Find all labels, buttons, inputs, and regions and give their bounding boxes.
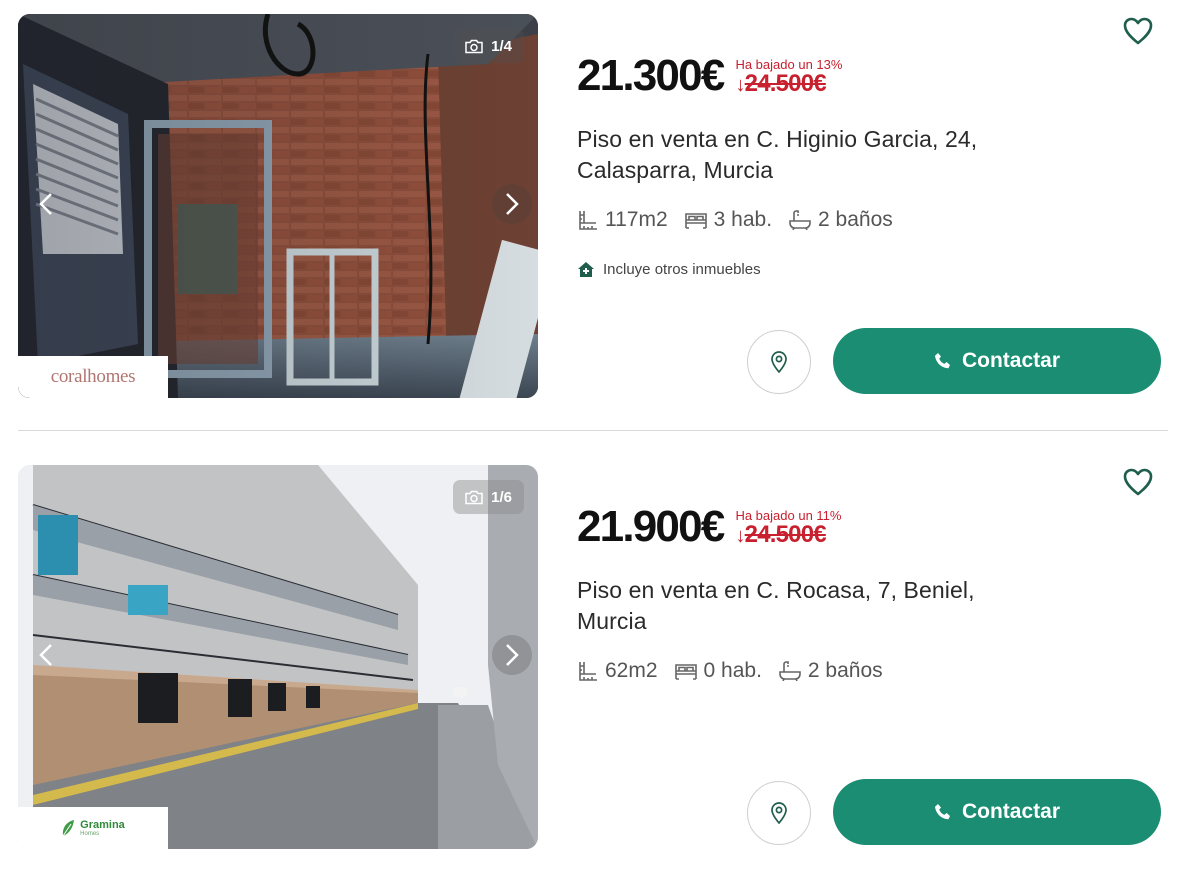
photo-counter: 1/6: [453, 480, 524, 514]
bed-icon: [674, 664, 697, 680]
agency-logo-subtext: Homes: [80, 830, 100, 837]
chevron-right-icon: [506, 193, 519, 215]
heart-icon: [1123, 468, 1153, 496]
old-price: ↓24.500€: [735, 523, 841, 547]
photo-counter-text: 1/4: [491, 37, 512, 55]
listing-features: 117m2 3 hab. 2 baños: [577, 208, 893, 232]
photo-counter: 1/4: [453, 29, 524, 63]
contact-button[interactable]: Contactar: [833, 779, 1161, 845]
feature-rooms-value: 3 hab.: [713, 208, 773, 231]
phone-icon: [934, 353, 950, 369]
includes-other-properties: Incluye otros inmuebles: [577, 261, 761, 278]
next-photo-button[interactable]: [492, 184, 532, 224]
old-price-value: 24.500€: [744, 70, 827, 98]
feature-bathrooms: 2 baños: [788, 208, 893, 232]
price-drop: Ha bajado un 11% ↓24.500€: [735, 508, 841, 547]
map-pin-icon: [771, 351, 787, 373]
old-price: ↓24.500€: [735, 72, 842, 96]
contact-button-label: Contactar: [961, 349, 1061, 372]
feature-size-value: 62m2: [605, 659, 658, 682]
price-row: 21.900€ Ha bajado un 11% ↓24.500€: [577, 505, 841, 549]
arrow-down-icon: ↓: [735, 74, 745, 97]
agency-logo[interactable]: Gramina Homes: [18, 807, 168, 849]
map-button[interactable]: [747, 781, 811, 845]
feature-bathrooms-value: 2 baños: [807, 659, 883, 682]
contact-button-label: Contactar: [961, 800, 1061, 823]
price: 21.300€: [577, 51, 725, 100]
camera-icon: [465, 490, 483, 505]
camera-icon: [465, 39, 483, 54]
listing-title[interactable]: Piso en venta en C. Higinio Garcia, 24, …: [577, 124, 1037, 186]
agency-logo-text: Gramina: [80, 818, 125, 831]
photo-gallery[interactable]: 1/4 coralhomes: [18, 14, 538, 398]
listing-photo[interactable]: [18, 465, 538, 849]
feature-size: 62m2: [577, 659, 658, 683]
arrow-down-icon: ↓: [735, 525, 745, 548]
feature-rooms: 0 hab.: [674, 659, 762, 683]
phone-icon: [934, 804, 950, 820]
chevron-left-icon: [39, 193, 52, 215]
agency-logo-text: coralhomes: [50, 366, 136, 387]
listing-info: 21.300€ Ha bajado un 13% ↓24.500€ Piso e…: [577, 0, 1187, 420]
chevron-left-icon: [39, 644, 52, 666]
photo-gallery[interactable]: 1/6 Gramina Homes: [18, 465, 538, 849]
contact-button[interactable]: Contactar: [833, 328, 1161, 394]
price-row: 21.300€ Ha bajado un 13% ↓24.500€: [577, 54, 842, 98]
feature-rooms-value: 0 hab.: [703, 659, 762, 682]
heart-icon: [1123, 17, 1153, 45]
listing-card[interactable]: 1/4 coralhomes 21.300€ Ha bajado un 13% …: [0, 0, 1200, 420]
bed-icon: [684, 213, 707, 229]
agency-logo[interactable]: coralhomes: [18, 356, 168, 398]
listing-features: 62m2 0 hab. 2 baños: [577, 659, 883, 683]
photo-counter-text: 1/6: [491, 488, 512, 506]
price: 21.900€: [577, 502, 725, 551]
listing-title[interactable]: Piso en venta en C. Rocasa, 7, Beniel, M…: [577, 575, 1037, 637]
price-drop: Ha bajado un 13% ↓24.500€: [735, 57, 842, 96]
previous-photo-button[interactable]: [26, 184, 66, 224]
feature-bathrooms: 2 baños: [778, 659, 883, 683]
floorplan-icon: [579, 662, 597, 681]
listing-card[interactable]: 1/6 Gramina Homes 21.900€ Ha bajado un 1…: [0, 451, 1200, 871]
bathtub-icon: [789, 210, 811, 230]
leaf-icon: [62, 820, 75, 837]
listing-info: 21.900€ Ha bajado un 11% ↓24.500€ Piso e…: [577, 451, 1187, 871]
floorplan-icon: [579, 211, 597, 230]
favorite-button[interactable]: [1121, 14, 1155, 48]
favorite-button[interactable]: [1121, 465, 1155, 499]
gramina-logo: Gramina Homes: [61, 819, 125, 837]
feature-size-value: 117m2: [605, 208, 668, 231]
chevron-right-icon: [506, 644, 519, 666]
includes-label: Incluye otros inmuebles: [603, 261, 761, 278]
next-photo-button[interactable]: [492, 635, 532, 675]
house-plus-icon: [578, 262, 594, 277]
feature-rooms: 3 hab.: [684, 208, 772, 232]
bathtub-icon: [779, 661, 801, 681]
listing-photo[interactable]: [18, 14, 538, 398]
feature-size: 117m2: [577, 208, 668, 232]
feature-bathrooms-value: 2 baños: [818, 208, 893, 231]
map-button[interactable]: [747, 330, 811, 394]
map-pin-icon: [771, 802, 787, 824]
listing-divider: [18, 430, 1168, 431]
previous-photo-button[interactable]: [26, 635, 66, 675]
old-price-value: 24.500€: [744, 521, 827, 549]
